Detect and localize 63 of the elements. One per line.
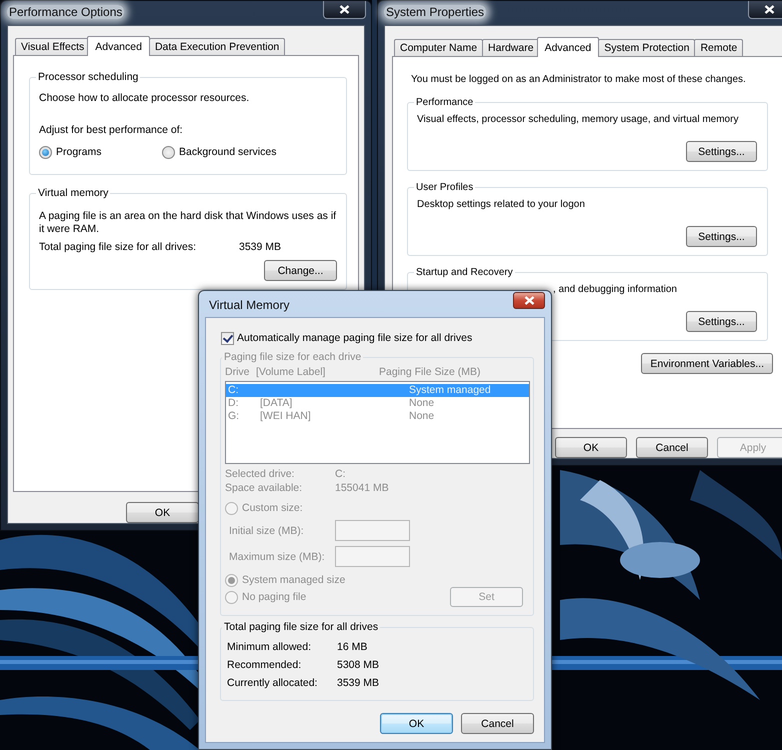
group-title: Processor scheduling [37, 71, 140, 84]
radio-button[interactable] [39, 146, 52, 159]
field-label: Minimum allowed: [227, 640, 312, 655]
group-title: Total paging file size for all drives [223, 621, 380, 634]
description-text: A paging file is an area on the hard disk that Windows uses as if it were RAM. [39, 210, 337, 236]
checkbox[interactable] [221, 332, 234, 345]
description-text: Visual effects, processor scheduling, memory usage, and virtual memory [417, 113, 740, 126]
field-label: Initial size (MB): [229, 524, 305, 536]
group-title: Performance [415, 96, 474, 109]
field-value: 5308 MB [337, 658, 380, 673]
close-icon [339, 5, 350, 14]
dialog-button[interactable]: Settings... [686, 311, 757, 332]
dialog-button[interactable]: Settings... [686, 141, 757, 162]
description-text: , and debugging information [552, 283, 678, 296]
dialog-button[interactable]: OK [555, 437, 627, 458]
window-title: Virtual Memory [208, 298, 290, 312]
tab[interactable]: Advanced [536, 37, 600, 57]
radio-label[interactable]: Programs [56, 146, 102, 159]
prompt-text: Adjust for best performance of: [39, 124, 184, 137]
column-header: [Volume Label] [256, 366, 326, 379]
field-label: Space available: [225, 481, 304, 495]
dialog-button[interactable]: Cancel [461, 713, 534, 734]
field-label: Total paging file size for all drives: [39, 241, 197, 254]
dialog-button[interactable]: OK [126, 502, 199, 523]
radio-label[interactable]: Background services [179, 146, 276, 159]
tab[interactable]: Advanced [87, 36, 150, 56]
group-title: Virtual memory [37, 187, 110, 200]
dialog-button[interactable]: Cancel [636, 437, 708, 458]
tab[interactable]: Remote [694, 39, 744, 56]
dialog-button[interactable]: Environment Variables... [641, 353, 773, 374]
close-button[interactable] [748, 1, 782, 19]
description-text: Choose how to allocate processor resources. [39, 92, 250, 105]
tab[interactable]: Hardware [482, 39, 540, 56]
field-value: C: [335, 467, 346, 481]
group-title: Startup and Recovery [415, 266, 514, 279]
field-label: Maximum size (MB): [229, 550, 326, 562]
checkbox-label[interactable]: Automatically manage paging file size for all drives [237, 332, 472, 345]
column-header: Paging File Size (MB) [379, 366, 481, 379]
notice-text: You must be logged on as an Administrator to make most of these changes. [411, 73, 747, 86]
dialog-button[interactable]: OK [380, 713, 453, 734]
close-button[interactable] [513, 292, 545, 309]
tab[interactable]: Data Execution Prevention [148, 38, 286, 55]
field-label: Recommended: [227, 658, 302, 673]
group-title: Paging file size for each drive [223, 351, 362, 364]
field-label: Selected drive: [225, 467, 296, 481]
dialog-button[interactable]: Change... [264, 260, 337, 281]
column-header: Drive [225, 366, 251, 379]
dialog-button[interactable]: Settings... [686, 226, 757, 247]
field-value: 3539 MB [337, 676, 380, 691]
field-value: 155041 MB [335, 481, 390, 495]
field-value: 3539 MB [239, 241, 282, 254]
close-icon [764, 5, 775, 14]
field-value: 16 MB [337, 640, 368, 655]
window-title: Performance Options [7, 5, 124, 19]
tab[interactable]: System Protection [598, 39, 696, 56]
window-title: System Properties [384, 5, 486, 19]
group-title: User Profiles [415, 181, 474, 194]
close-icon [524, 296, 534, 305]
field-label: Currently allocated: [227, 676, 318, 691]
radio-button[interactable] [162, 146, 175, 159]
description-text: Desktop settings related to your logon [417, 198, 586, 211]
tab[interactable]: Computer Name [394, 39, 484, 56]
close-button[interactable] [323, 1, 366, 19]
